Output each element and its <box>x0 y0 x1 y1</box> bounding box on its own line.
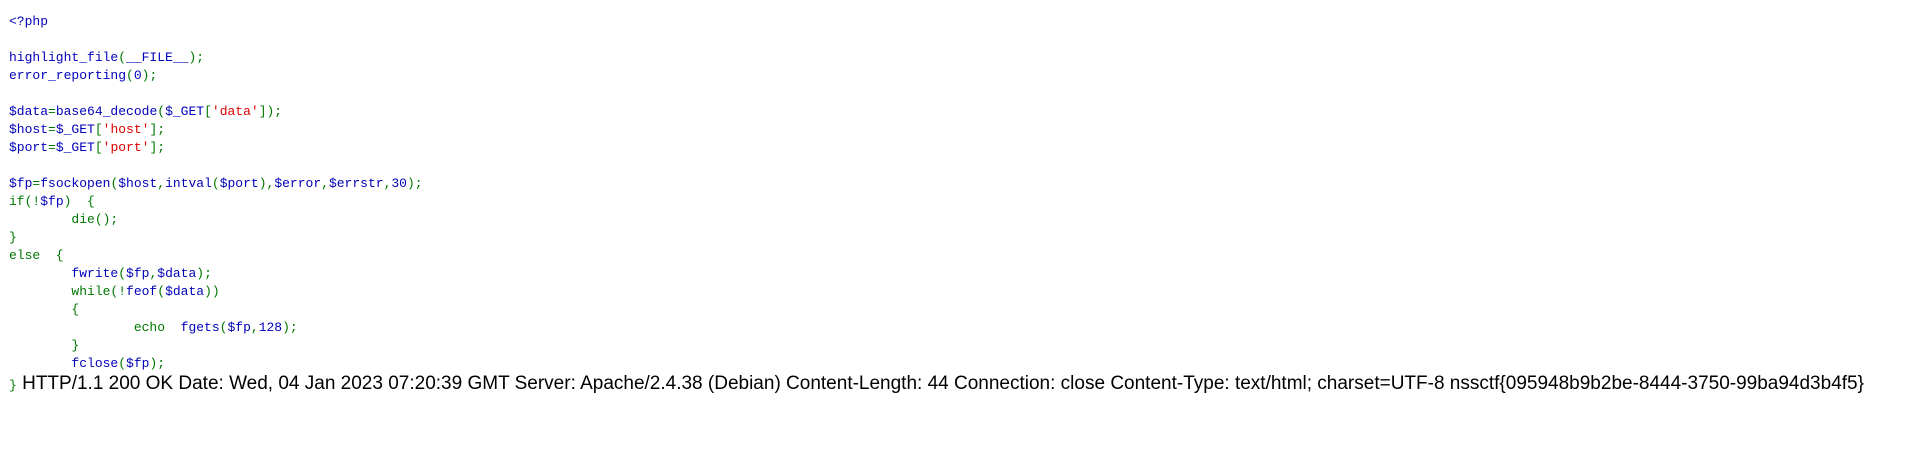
code-token-keyword: ( <box>157 284 166 299</box>
code-token-keyword: { <box>9 302 80 317</box>
code-token-default: __FILE__ <box>126 50 189 65</box>
code-line: fwrite($fp,$data); <box>9 265 1917 283</box>
http-response-text: HTTP/1.1 200 OK Date: Wed, 04 Jan 2023 0… <box>22 373 1864 394</box>
code-token-default: fwrite <box>71 266 119 281</box>
code-token-keyword: ); <box>406 176 423 191</box>
code-token-default: $fp <box>9 176 33 191</box>
code-token-keyword: if(! <box>9 194 41 209</box>
code-token-keyword: ( <box>118 266 127 281</box>
code-token-default: $_GET <box>165 104 205 119</box>
code-line: } <box>9 229 1917 247</box>
code-token-keyword: } <box>9 230 17 245</box>
code-token-keyword: ( <box>157 104 166 119</box>
code-token-keyword: else { <box>9 248 64 263</box>
code-token-keyword: } <box>9 338 80 353</box>
code-token-keyword: [ <box>204 104 212 119</box>
code-token-keyword: , <box>250 320 259 335</box>
code-token-string: 'data' <box>211 104 259 119</box>
code-token-keyword: ); <box>282 320 298 335</box>
code-token-default: 128 <box>258 320 283 335</box>
code-token-keyword: [ <box>94 140 103 155</box>
code-token-default: $data <box>9 104 49 119</box>
code-token-default: $error <box>274 176 322 191</box>
code-line: error_reporting(0); <box>9 67 1917 85</box>
code-token-keyword: ]; <box>149 122 166 137</box>
code-token-default: $data <box>165 284 205 299</box>
code-line: die(); <box>9 211 1917 229</box>
code-token-default: $data <box>157 266 197 281</box>
code-token-default: 30 <box>391 176 407 191</box>
code-token-keyword <box>9 356 71 371</box>
code-token-keyword: ); <box>149 356 166 371</box>
code-token-default: $fp <box>40 194 64 209</box>
response-output-block: } HTTP/1.1 200 OK Date: Wed, 04 Jan 2023… <box>9 371 1909 398</box>
code-token-keyword: die(); <box>9 212 119 227</box>
code-token-keyword: = <box>48 104 56 119</box>
code-token-keyword: ) { <box>63 194 95 209</box>
code-token-string: 'host' <box>102 122 150 137</box>
code-token-default: $port <box>9 140 49 155</box>
code-token-keyword: = <box>48 122 56 137</box>
code-token-default: <?php <box>9 14 49 29</box>
code-line: while(!feof($data)) <box>9 283 1917 301</box>
code-token-default: $fp <box>126 266 150 281</box>
code-token-default: fclose <box>71 356 119 371</box>
code-line: $data=base64_decode($_GET['data']); <box>9 103 1917 121</box>
code-token-keyword: echo <box>9 320 181 335</box>
page: <?php highlight_file(__FILE__); error_repo… <box>0 0 1917 467</box>
code-token-default: $host <box>118 176 158 191</box>
code-line: } <box>9 337 1917 355</box>
code-line: highlight_file(__FILE__); <box>9 49 1917 67</box>
code-token-default: $_GET <box>55 122 95 137</box>
code-token-default: $errstr <box>328 176 384 191</box>
code-token-keyword: ]; <box>149 140 166 155</box>
code-token-keyword: ]); <box>258 104 283 119</box>
code-token-default: fgets <box>180 320 220 335</box>
code-token-default: $port <box>219 176 259 191</box>
code-token-default: error_reporting <box>9 68 127 83</box>
code-line: echo fgets($fp,128); <box>9 319 1917 337</box>
code-token-keyword: = <box>48 140 56 155</box>
code-token-default: $fp <box>227 320 251 335</box>
code-token-default: intval <box>165 176 212 191</box>
code-token-keyword <box>9 266 71 281</box>
code-token-keyword: [ <box>94 122 103 137</box>
code-token-keyword: while(! <box>9 284 127 299</box>
code-token-string: 'port' <box>102 140 150 155</box>
code-line: $port=$_GET['port']; <box>9 139 1917 157</box>
code-token-keyword: )) <box>204 284 220 299</box>
code-line: $host=$_GET['host']; <box>9 121 1917 139</box>
code-token-default: $host <box>9 122 49 137</box>
code-token-default: 0 <box>133 68 142 83</box>
code-token-keyword: ); <box>188 50 205 65</box>
code-token-default: feof <box>126 284 158 299</box>
code-token-default: $fp <box>126 356 150 371</box>
code-token-keyword: ); <box>196 266 212 281</box>
code-line: <?php <box>9 13 1917 31</box>
code-token-default: $_GET <box>55 140 95 155</box>
code-token-keyword: ( <box>118 50 127 65</box>
code-token-default: base64_decode <box>55 104 158 119</box>
code-line: $fp=fsockopen($host,intval($port),$error… <box>9 175 1917 193</box>
code-token-keyword: ( <box>211 176 220 191</box>
code-token-default: highlight_file <box>9 50 119 65</box>
code-token-keyword: ( <box>118 356 127 371</box>
code-token-default: fsockopen <box>40 176 111 191</box>
code-token-keyword: , <box>157 176 166 191</box>
php-source-code: <?php highlight_file(__FILE__); error_repo… <box>9 13 1917 373</box>
code-token-keyword: , <box>321 176 329 191</box>
code-token-keyword: ( <box>126 68 134 83</box>
closing-brace: } <box>9 378 17 393</box>
code-token-keyword: ), <box>258 176 275 191</box>
code-line: else { <box>9 247 1917 265</box>
code-line: if(!$fp) { <box>9 193 1917 211</box>
code-line: { <box>9 301 1917 319</box>
code-token-keyword: ); <box>141 68 158 83</box>
